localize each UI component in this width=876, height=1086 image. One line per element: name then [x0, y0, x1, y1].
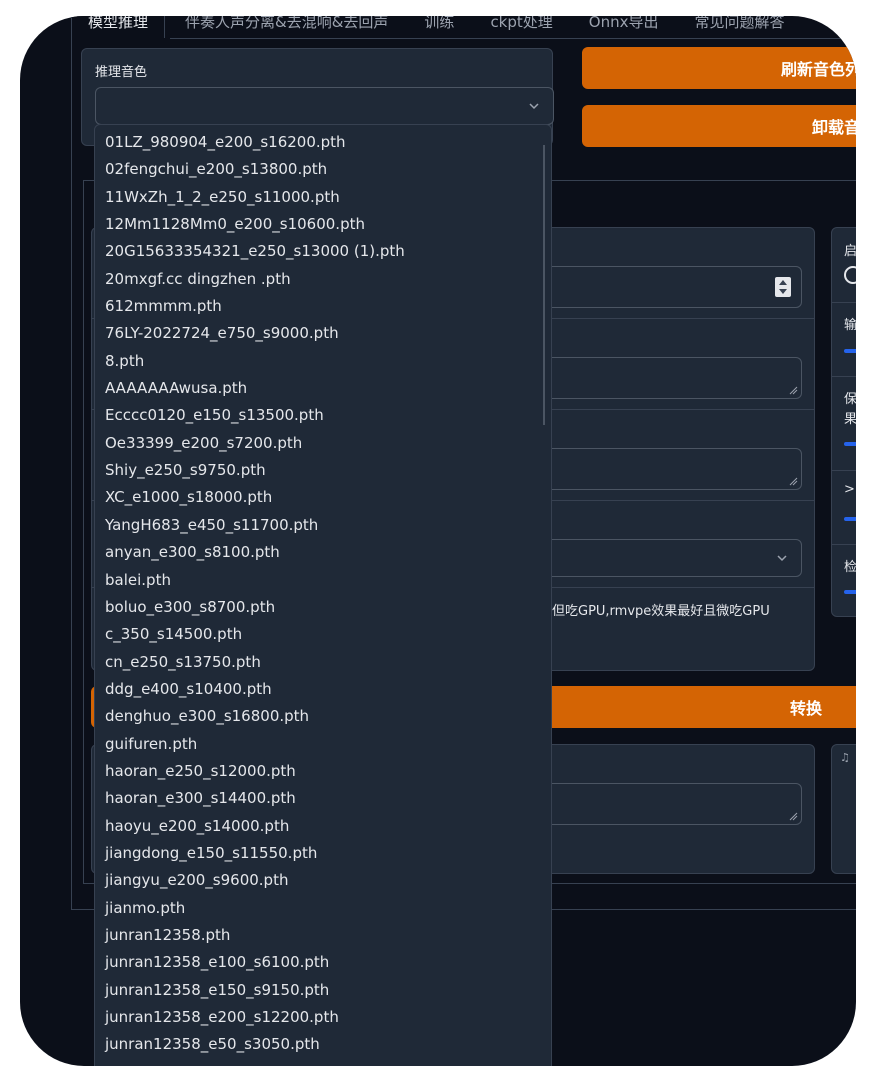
dropdown-option[interactable]: 01LZ_980904_e200_s16200.pth: [95, 129, 551, 156]
dropdown-option[interactable]: Ecccc0120_e150_s13500.pth: [95, 402, 551, 429]
dropdown-option[interactable]: junran12358_e50_s3050.pth: [95, 1031, 551, 1058]
resize-handle-icon[interactable]: [788, 811, 798, 821]
option-label: 果: [844, 412, 856, 427]
dropdown-options: 01LZ_980904_e200_s16200.pth 02fengchui_e2…: [95, 125, 551, 1059]
option-label: 启: [844, 244, 856, 259]
options-panel: 启 输 保 果 >= 检: [831, 227, 856, 617]
slider[interactable]: [844, 517, 856, 521]
dropdown-option[interactable]: YangH683_e450_s11700.pth: [95, 512, 551, 539]
tab-separation[interactable]: 伴奏人声分离&去混响&去回声: [185, 16, 388, 38]
dropdown-option[interactable]: haoran_e250_s12000.pth: [95, 758, 551, 785]
tab-onnx[interactable]: Onnx导出: [589, 16, 659, 38]
dropdown-option[interactable]: boluo_e300_s8700.pth: [95, 594, 551, 621]
dropdown-option[interactable]: junran12358_e100_s6100.pth: [95, 949, 551, 976]
dropdown-option[interactable]: Shiy_e250_s9750.pth: [95, 457, 551, 484]
dropdown-option[interactable]: jiangdong_e150_s11550.pth: [95, 840, 551, 867]
chevron-down-icon: [777, 555, 787, 562]
dropdown-option[interactable]: ddg_e400_s10400.pth: [95, 676, 551, 703]
unload-voice-button[interactable]: 卸载音色省: [582, 105, 856, 147]
tab-bar: 模型推理 伴奏人声分离&去混响&去回声 训练 ckpt处理 Onnx导出 常见问…: [71, 16, 856, 38]
dropdown-option[interactable]: junran12358_e200_s12200.pth: [95, 1004, 551, 1031]
dropdown-option[interactable]: junran12358.pth: [95, 922, 551, 949]
chevron-down-icon: [529, 103, 539, 110]
unload-button-label: 卸载音色省: [812, 118, 856, 137]
tab-ckpt[interactable]: ckpt处理: [490, 16, 552, 38]
dropdown-option[interactable]: haoran_e300_s14400.pth: [95, 785, 551, 812]
dropdown-option[interactable]: denghuo_e300_s16800.pth: [95, 703, 551, 730]
voice-dropdown-list[interactable]: 01LZ_980904_e200_s16200.pth 02fengchui_e2…: [94, 124, 552, 1066]
dropdown-option[interactable]: 76LY-2022724_e750_s9000.pth: [95, 320, 551, 347]
refresh-voices-button[interactable]: 刷新音色列表和: [582, 47, 856, 89]
tab-divider: [170, 38, 856, 39]
dropdown-option[interactable]: c_350_s14500.pth: [95, 621, 551, 648]
stepper-icon[interactable]: [775, 277, 791, 297]
row-divider: [832, 302, 856, 303]
row-divider: [832, 376, 856, 377]
dropdown-option[interactable]: 02fengchui_e200_s13800.pth: [95, 156, 551, 183]
voice-label: 推理音色: [95, 65, 148, 80]
resize-handle-icon[interactable]: [788, 476, 798, 486]
option-label: >=: [844, 482, 856, 497]
dropdown-option[interactable]: AAAAAAAwusa.pth: [95, 375, 551, 402]
scrollbar[interactable]: [543, 145, 545, 425]
dropdown-option[interactable]: Oe33399_e200_s7200.pth: [95, 430, 551, 457]
resize-handle-icon[interactable]: [788, 385, 798, 395]
dropdown-option[interactable]: 12Mm1128Mm0_e200_s10600.pth: [95, 211, 551, 238]
dropdown-option[interactable]: jianmo.pth: [95, 895, 551, 922]
dropdown-option[interactable]: XC_e1000_s18000.pth: [95, 484, 551, 511]
tab-training[interactable]: 训练: [424, 16, 454, 38]
dropdown-option[interactable]: 20mxgf.cc dingzhen .pth: [95, 266, 551, 293]
slider[interactable]: [844, 590, 856, 594]
refresh-button-label: 刷新音色列表和: [781, 60, 856, 79]
convert-button-label: 转换: [789, 699, 822, 718]
dropdown-option[interactable]: 612mmmm.pth: [95, 293, 551, 320]
dropdown-option[interactable]: 8.pth: [95, 348, 551, 375]
voice-select[interactable]: [95, 87, 554, 125]
dropdown-option[interactable]: balei.pth: [95, 567, 551, 594]
row-divider: [832, 470, 856, 471]
dropdown-option[interactable]: 11WxZh_1_2_e250_s11000.pth: [95, 184, 551, 211]
dropdown-option[interactable]: 20G15633354321_e250_s13000 (1).pth: [95, 238, 551, 265]
tab-inference[interactable]: 模型推理: [71, 16, 166, 38]
option-label: 检: [844, 560, 856, 575]
slider[interactable]: [844, 442, 856, 446]
output-audio-panel: ♫: [831, 744, 856, 874]
f0-method-hint: 果好但吃GPU,rmvpe效果最好且微吃GPU: [526, 604, 770, 619]
slider[interactable]: [844, 349, 856, 353]
option-label: 保: [844, 392, 856, 407]
app-window: 模型推理 伴奏人声分离&去混响&去回声 训练 ckpt处理 Onnx导出 常见问…: [20, 16, 856, 1066]
dropdown-option[interactable]: guifuren.pth: [95, 731, 551, 758]
radio-button[interactable]: [844, 266, 856, 284]
dropdown-option[interactable]: junran12358_e150_s9150.pth: [95, 977, 551, 1004]
dropdown-option[interactable]: anyan_e300_s8100.pth: [95, 539, 551, 566]
dropdown-option[interactable]: cn_e250_s13750.pth: [95, 649, 551, 676]
music-note-icon: ♫: [840, 751, 850, 764]
tab-faq[interactable]: 常见问题解答: [694, 16, 784, 38]
dropdown-option[interactable]: haoyu_e200_s14000.pth: [95, 813, 551, 840]
option-label: 输: [844, 318, 856, 333]
dropdown-option[interactable]: jiangyu_e200_s9600.pth: [95, 867, 551, 894]
row-divider: [832, 544, 856, 545]
